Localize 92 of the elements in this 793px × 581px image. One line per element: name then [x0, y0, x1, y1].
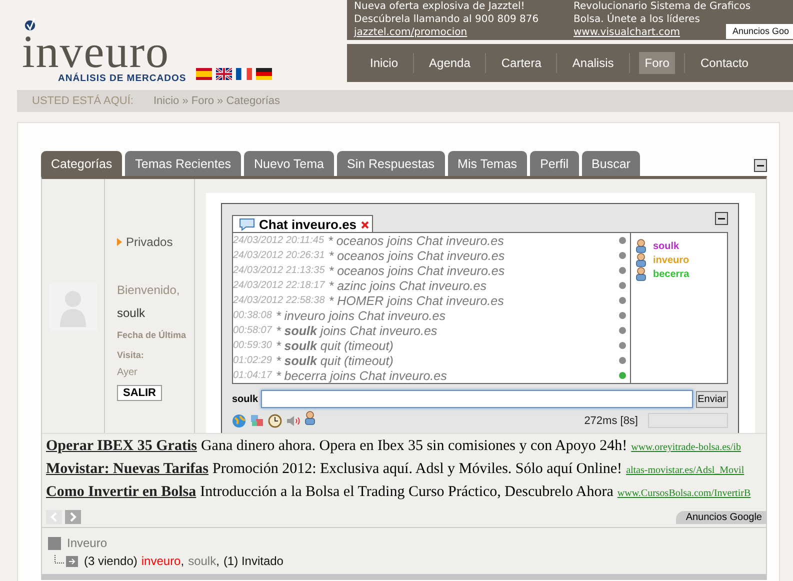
speaker-icon[interactable]	[286, 414, 300, 428]
message-time: 24/03/2012 22:58:38	[233, 295, 325, 306]
username-text: soulk	[117, 306, 146, 320]
guest-count: (1) Invitado	[223, 554, 284, 568]
logo-text: inveuro	[22, 31, 170, 73]
ad-text: Revolucionario Sistema de Graficos	[574, 0, 751, 12]
close-icon[interactable]	[360, 220, 369, 228]
chat-message: * oceanos joins Chat inveuro.es	[328, 248, 506, 262]
ad-title-link[interactable]: Operar IBEX 35 Gratis	[46, 438, 197, 455]
subforum-arrow-icon	[54, 555, 80, 567]
logo-tagline: ANÁLISIS DE MERCADOS	[58, 73, 186, 84]
separator-text: ,	[180, 554, 184, 568]
minimize-icon[interactable]	[754, 159, 767, 172]
user-icon	[635, 239, 647, 253]
chat-message: * oceanos joins Chat inveuro.es	[328, 264, 506, 278]
message-time: 24/03/2012 20:11:45	[233, 235, 324, 246]
user-icon	[304, 411, 316, 425]
ad-text: Descúbrela llamando al 900 809 876	[354, 13, 539, 26]
message-time: 24/03/2012 21:13:35	[233, 265, 325, 276]
message-time: 01:04:17	[233, 370, 272, 381]
ad-url-link[interactable]: www.CursosBolsa.com/InvertirB	[617, 488, 751, 499]
forum-tab[interactable]: Mis Temas	[448, 151, 528, 176]
globe-icon[interactable]	[232, 414, 246, 428]
nav-link[interactable]: Analisis	[566, 52, 620, 74]
nav-link[interactable]: Inicio	[364, 52, 404, 74]
chat-message: *soulk quit (timeout)	[276, 338, 394, 352]
chat-message: * azinc joins Chat inveuro.es	[328, 278, 488, 292]
nav-link[interactable]: Agenda	[423, 52, 476, 74]
germany-flag-icon[interactable]	[256, 68, 272, 80]
last-visit-value: Ayer	[117, 367, 138, 378]
spain-flag-icon[interactable]	[196, 68, 212, 80]
forum-tab[interactable]: Categorías	[41, 151, 122, 176]
forum-tab[interactable]: Buscar	[582, 151, 640, 176]
message-time: 24/03/2012 22:18:17	[233, 280, 325, 291]
chat-message: * becerra joins Chat inveuro.es	[276, 368, 448, 382]
chat-user[interactable]: soulk	[653, 240, 680, 252]
welcome-text: Bienvenido,	[117, 283, 180, 297]
ad-text: Introducción a la Bolsa el Trading Curso Práctico, Descubrelo Ahora	[200, 484, 614, 501]
ads-label: Anuncios Goo	[726, 24, 793, 39]
last-visit-label: Fecha de Última Visita:	[117, 329, 187, 362]
message-time: 00:38:08	[233, 310, 272, 321]
chat-message: *soulk joins Chat inveuro.es	[276, 324, 438, 338]
user-icon	[635, 253, 647, 267]
clock-icon[interactable]	[268, 414, 282, 428]
private-messages-link[interactable]: Privados	[126, 235, 173, 249]
france-flag-icon[interactable]	[236, 68, 252, 80]
ad-text: Bolsa. Únete a los líderes	[574, 13, 700, 26]
ping-text: 272ms [8s]	[584, 414, 638, 426]
speech-bubble-icon	[239, 218, 255, 231]
user-icon	[635, 267, 647, 281]
nav-link[interactable]: Contacto	[694, 52, 754, 74]
square-icon	[48, 536, 61, 550]
send-button[interactable]: Enviar	[696, 390, 728, 408]
forum-tab[interactable]: Sin Respuestas	[336, 151, 445, 176]
ad-text: Nueva oferta explosiva de Jazztel!	[354, 0, 525, 13]
user-link[interactable]: soulk	[188, 554, 216, 568]
logout-button[interactable]: SALIR	[117, 385, 162, 401]
message-time: 00:58:07	[233, 325, 272, 336]
ad-url-link[interactable]: altas-movistar.es/Adsl_Movil	[626, 465, 744, 476]
message-time: 24/03/2012 20:26:31	[233, 250, 325, 261]
nickname-label: soulk	[232, 394, 258, 404]
breadcrumb-path: Inicio » Foro » Categorías	[153, 95, 280, 107]
forum-tab[interactable]: Perfil	[530, 151, 579, 176]
ad-text: Promoción 2012: Exclusiva aquí. Adsl y Móviles. Sólo aquí Online!	[212, 461, 622, 478]
breadcrumb-label: USTED ESTÁ AQUÍ:	[32, 95, 134, 107]
message-time: 00:59:30	[233, 340, 272, 351]
chat-message: * inveuro joins Chat inveuro.es	[276, 308, 446, 322]
checkmark-logo-icon	[24, 18, 36, 31]
separator-text: ,	[216, 554, 220, 568]
chat-message: * oceanos joins Chat inveuro.es	[328, 234, 505, 248]
forum-name[interactable]: Inveuro	[67, 536, 108, 550]
ad-text: Gana dinero ahora. Opera en Ibex 35 sin comisiones y con Apoyo 24h!	[200, 438, 628, 455]
ad-link[interactable]: www.visualchart.com	[574, 26, 680, 39]
minimize-icon[interactable]	[715, 212, 728, 225]
ad-link[interactable]: jazztel.com/promocion	[354, 26, 468, 39]
nav-link[interactable]: Foro	[638, 52, 676, 74]
message-input[interactable]	[261, 390, 693, 408]
viewing-count: (3 viendo)	[84, 554, 138, 568]
forum-tab[interactable]: Temas Recientes	[125, 151, 242, 176]
ads-label: Anuncios Google	[676, 510, 766, 524]
triangle-bullet-icon	[117, 238, 122, 246]
uk-flag-icon[interactable]	[216, 68, 232, 80]
ad-url-link[interactable]: www.oreyitrade-bolsa.es/ib	[631, 442, 741, 453]
message-time: 01:02:29	[233, 355, 272, 366]
ad-title-link[interactable]: Movistar: Nuevas Tarifas	[46, 461, 208, 478]
ad-title-link[interactable]: Como Invertir en Bolsa	[46, 484, 196, 501]
nav-link[interactable]: Cartera	[495, 52, 548, 74]
forum-tab[interactable]: Nuevo Tema	[244, 151, 334, 176]
chat-title: Chat inveuro.es	[259, 217, 357, 232]
chat-message: * HOMER joins Chat inveuro.es	[328, 294, 505, 308]
user-link[interactable]: inveuro	[141, 554, 181, 568]
chat-message: *soulk quit (timeout)	[276, 354, 394, 368]
